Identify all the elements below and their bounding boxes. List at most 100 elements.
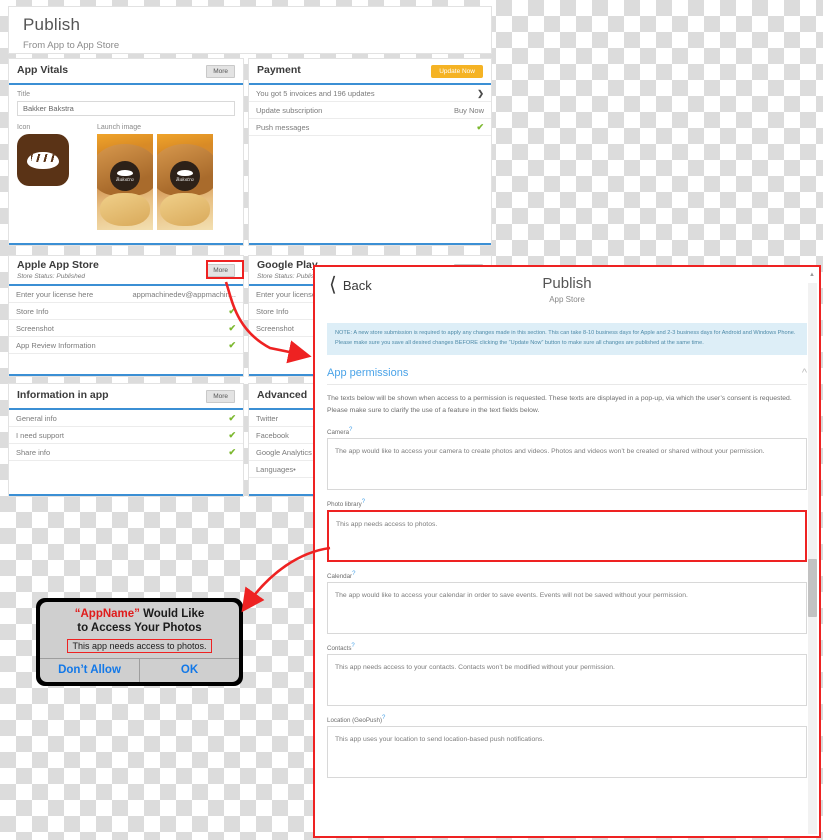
row-label: Share info — [16, 447, 51, 457]
more-button-highlight — [206, 260, 244, 279]
calendar-textarea[interactable]: The app would like to access your calend… — [327, 581, 807, 634]
list-item[interactable]: You got 5 invoices and 196 updates ❯ — [249, 85, 491, 102]
help-icon[interactable]: ? — [382, 715, 385, 721]
ok-button[interactable]: OK — [140, 659, 239, 682]
chevron-left-icon: ⟨ — [329, 274, 337, 296]
label-text: Photo library — [327, 500, 362, 508]
brand-badge: Bakstra — [170, 161, 200, 192]
chevron-up-icon[interactable]: ^ — [802, 367, 807, 379]
row-label: Screenshot — [256, 323, 294, 333]
ios-permission-alert: “AppName” Would Like to Access Your Phot… — [36, 598, 243, 686]
row-label: General info — [16, 413, 57, 423]
card-app-vitals: App Vitals More Title Bakker Bakstra Ico… — [8, 58, 244, 246]
field-label: Contacts? — [327, 643, 807, 652]
list-item[interactable]: Enter your license here appmachinedev@ap… — [9, 286, 243, 303]
badge-loaf-icon — [117, 169, 133, 176]
card-header: App Vitals More — [9, 59, 243, 85]
check-icon: ✔ — [228, 305, 236, 316]
launch-image-preview-1[interactable]: Bakstra — [97, 134, 153, 230]
launch-image-preview-2[interactable]: Bakstra — [157, 134, 213, 230]
location-textarea[interactable]: This app uses your location to send loca… — [327, 726, 807, 778]
row-label: Store Info — [256, 306, 289, 316]
panel-subtitle: App Store — [549, 295, 585, 304]
label-text: Location (GeoPush) — [327, 717, 383, 724]
list-item[interactable]: Share info ✔ — [9, 444, 243, 461]
label-text: Contacts — [327, 644, 352, 652]
help-icon[interactable]: ? — [349, 427, 352, 433]
page-subtitle: From App to App Store — [23, 40, 120, 51]
publish-detail-panel: ⟨ Back Publish App Store NOTE: A new sto… — [313, 265, 821, 838]
panel-title: Publish — [542, 275, 592, 292]
page-title: Publish — [23, 15, 81, 34]
scroll-up-arrow-icon[interactable]: ▲ — [809, 272, 815, 278]
card-bottom-rule — [9, 243, 243, 245]
card-header: Payment Update Now — [249, 59, 491, 85]
help-icon[interactable]: ? — [352, 571, 355, 577]
help-icon[interactable]: ? — [351, 643, 354, 649]
panel-header: ⟨ Back Publish App Store — [315, 267, 819, 315]
panel-scrollbar-thumb[interactable] — [808, 559, 817, 617]
field-label: Calendar? — [327, 571, 807, 580]
information-in-app-more-button[interactable]: More — [206, 389, 235, 403]
list-item[interactable]: Store Info ✔ — [9, 303, 243, 320]
alert-body: “AppName” Would Like to Access Your Phot… — [40, 602, 239, 682]
list-item[interactable]: App Review Information ✔ — [9, 337, 243, 354]
back-button[interactable]: ⟨ Back — [329, 274, 372, 296]
row-label: Store Info — [16, 306, 49, 316]
list-item[interactable]: Screenshot ✔ — [9, 320, 243, 337]
back-label: Back — [342, 277, 372, 293]
check-icon: ✔ — [476, 121, 484, 132]
permissions-intro: The texts below will be shown when acces… — [327, 394, 792, 415]
row-label: Push messages — [256, 122, 310, 132]
app-permissions-section-header[interactable]: App permissions ^ — [327, 367, 807, 385]
permission-field-location: Location (GeoPush)? This app uses your l… — [327, 715, 807, 778]
check-icon: ✔ — [228, 412, 236, 423]
list-item[interactable]: Push messages ✔ — [249, 119, 491, 136]
section-title: App permissions — [327, 366, 409, 379]
infoapp-rows: General info ✔ I need support ✔ Share in… — [9, 410, 243, 461]
payment-rows: You got 5 invoices and 196 updates ❯ Upd… — [249, 85, 491, 136]
badge-loaf-icon — [177, 169, 193, 176]
row-label: I need support — [16, 430, 64, 440]
card-title: Apple App Store — [17, 259, 99, 272]
title-input[interactable]: Bakker Bakstra — [17, 101, 235, 116]
list-item[interactable]: Update subscription Buy Now — [249, 102, 491, 119]
dont-allow-button[interactable]: Don’t Allow — [40, 658, 140, 682]
card-bottom-rule — [249, 243, 491, 245]
buy-now-link[interactable]: Buy Now — [454, 106, 484, 115]
list-item[interactable]: General info ✔ — [9, 410, 243, 427]
help-icon[interactable]: ? — [362, 499, 365, 505]
license-value: appmachinedev@appmachin... — [132, 289, 236, 299]
contacts-textarea[interactable]: This app needs access to your contacts. … — [327, 653, 807, 706]
card-payment: Payment Update Now You got 5 invoices an… — [248, 58, 492, 246]
row-label: You got 5 invoices and 196 updates — [256, 88, 375, 98]
list-item[interactable]: I need support ✔ — [9, 427, 243, 444]
alert-app-name: “AppName” — [74, 608, 140, 620]
card-body: Title Bakker Bakstra Icon Launch image B… — [9, 85, 243, 236]
row-label: Enter your license here — [16, 289, 94, 299]
camera-textarea[interactable]: The app would like to access your camera… — [327, 437, 807, 490]
card-bottom-rule — [9, 494, 243, 496]
note-banner: NOTE: A new store submission is required… — [327, 323, 807, 355]
app-icon-preview[interactable] — [17, 134, 69, 186]
card-bottom-rule — [9, 374, 243, 376]
row-label: Google Analytics — [256, 447, 312, 457]
photo-library-textarea[interactable]: This app needs access to photos. — [327, 509, 807, 562]
app-permissions-body: The texts below will be shown when acces… — [315, 385, 819, 778]
bread-icon — [27, 151, 59, 169]
alert-message: This app needs access to photos. — [67, 638, 212, 653]
permission-field-camera: Camera? The app would like to access you… — [327, 427, 807, 490]
icon-field-label: Icon — [17, 124, 31, 131]
card-header: Information in app More — [9, 384, 243, 410]
row-label: Screenshot — [16, 323, 54, 333]
row-label: Languages• — [256, 464, 296, 474]
check-icon: ✔ — [228, 446, 236, 457]
update-now-button[interactable]: Update Now — [431, 64, 483, 78]
card-information-in-app: Information in app More General info ✔ I… — [8, 383, 244, 497]
row-label: Twitter — [256, 413, 279, 423]
app-vitals-more-button[interactable]: More — [206, 64, 235, 78]
card-title: Payment — [257, 64, 301, 77]
permission-field-contacts: Contacts? This app needs access to your … — [327, 643, 807, 706]
label-text: Calendar — [327, 572, 353, 580]
field-label: Camera? — [327, 427, 807, 436]
